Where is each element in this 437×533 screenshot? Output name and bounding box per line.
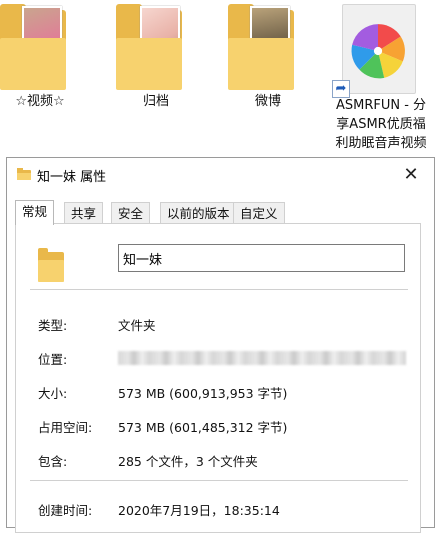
divider xyxy=(30,289,408,290)
size-on-disk-label: 占用空间: xyxy=(38,420,93,435)
desktop-folder-archive[interactable]: 归档 xyxy=(106,0,206,111)
type-value: 文件夹 xyxy=(118,318,156,333)
close-icon: ✕ xyxy=(403,164,419,185)
properties-dialog: 知一妹 属性 ✕ 常规 共享 安全 以前的版本 自定义 类型: 文件夹 位置: … xyxy=(6,157,435,533)
folder-icon xyxy=(38,248,64,282)
tab-general[interactable]: 常规 xyxy=(15,200,55,225)
pinwheel-logo-icon xyxy=(351,24,405,79)
tab-security[interactable]: 安全 xyxy=(111,202,151,224)
desktop-folder-label: ☆视频☆ xyxy=(15,94,65,109)
divider xyxy=(30,480,408,481)
contains-label: 包含: xyxy=(38,454,68,469)
folder-icon xyxy=(228,0,308,90)
tab-sharing[interactable]: 共享 xyxy=(64,202,104,224)
general-tab-panel: 类型: 文件夹 位置: 大小: 573 MB (600,913,953 字节) … xyxy=(15,223,421,533)
folder-icon xyxy=(17,168,31,180)
folder-name-input[interactable] xyxy=(118,244,405,272)
desktop-folder-label: 微博 xyxy=(254,94,281,109)
tab-previous-versions[interactable]: 以前的版本 xyxy=(160,202,237,224)
location-value-redacted xyxy=(118,351,406,365)
created-label: 创建时间: xyxy=(38,503,93,518)
desktop-folder-videos[interactable]: ☆视频☆ xyxy=(0,0,90,111)
shortcut-arrow-icon: ➦ xyxy=(332,80,350,98)
contains-value: 285 个文件，3 个文件夹 xyxy=(118,454,258,469)
tab-customize[interactable]: 自定义 xyxy=(233,202,285,224)
folder-icon xyxy=(116,0,196,90)
created-value: 2020年7月19日，18:35:14 xyxy=(118,503,280,518)
type-label: 类型: xyxy=(38,318,68,333)
desktop-shortcut-asmrfun[interactable]: ➦ ASMRFUN - 分 享ASMR优质福 利助眠音声视频 xyxy=(327,0,435,153)
size-on-disk-value: 573 MB (601,485,312 字节) xyxy=(118,420,288,435)
location-label: 位置: xyxy=(38,352,68,367)
desktop-shortcut-label: ASMRFUN - 分 享ASMR优质福 利助眠音声视频 xyxy=(335,98,427,151)
desktop-folder-label: 归档 xyxy=(142,94,169,109)
app-shortcut-icon: ➦ xyxy=(327,0,435,98)
folder-icon xyxy=(0,0,80,90)
desktop-icon-area: ☆视频☆ 归档 微博 ➦ ASMRFUN - 分 享ASMR优质福 利助眠音声视… xyxy=(0,0,437,152)
size-value: 573 MB (600,913,953 字节) xyxy=(118,386,288,401)
desktop-folder-weibo[interactable]: 微博 xyxy=(218,0,318,111)
dialog-titlebar[interactable]: 知一妹 属性 ✕ xyxy=(7,158,434,192)
size-label: 大小: xyxy=(38,386,68,401)
dialog-title: 知一妹 属性 xyxy=(37,170,107,185)
close-button[interactable]: ✕ xyxy=(388,158,434,192)
